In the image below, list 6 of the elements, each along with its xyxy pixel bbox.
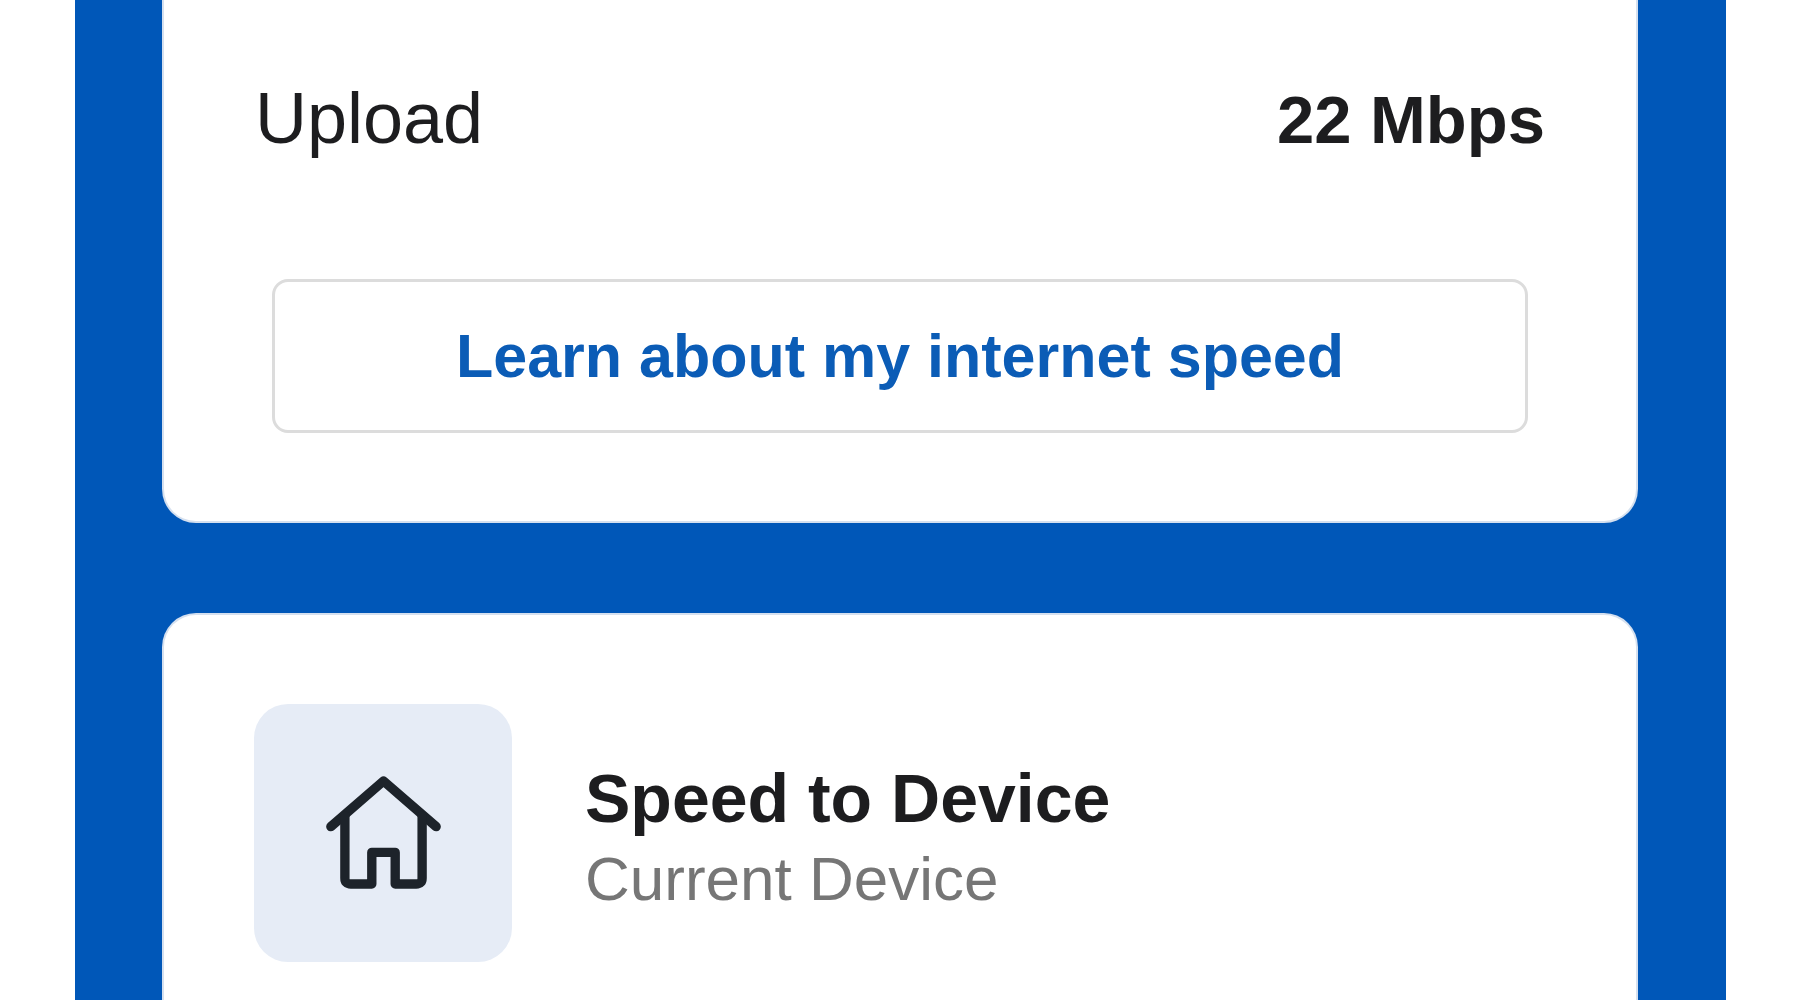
speed-label: Upload bbox=[255, 77, 484, 160]
speed-value: 22 Mbps bbox=[1276, 82, 1545, 159]
device-subtitle: Current Device bbox=[585, 843, 1000, 915]
device-title: Speed to Device bbox=[585, 759, 1111, 838]
learn-speed-button[interactable]: Learn about my internet speed bbox=[272, 278, 1528, 433]
house-icon bbox=[254, 703, 512, 962]
